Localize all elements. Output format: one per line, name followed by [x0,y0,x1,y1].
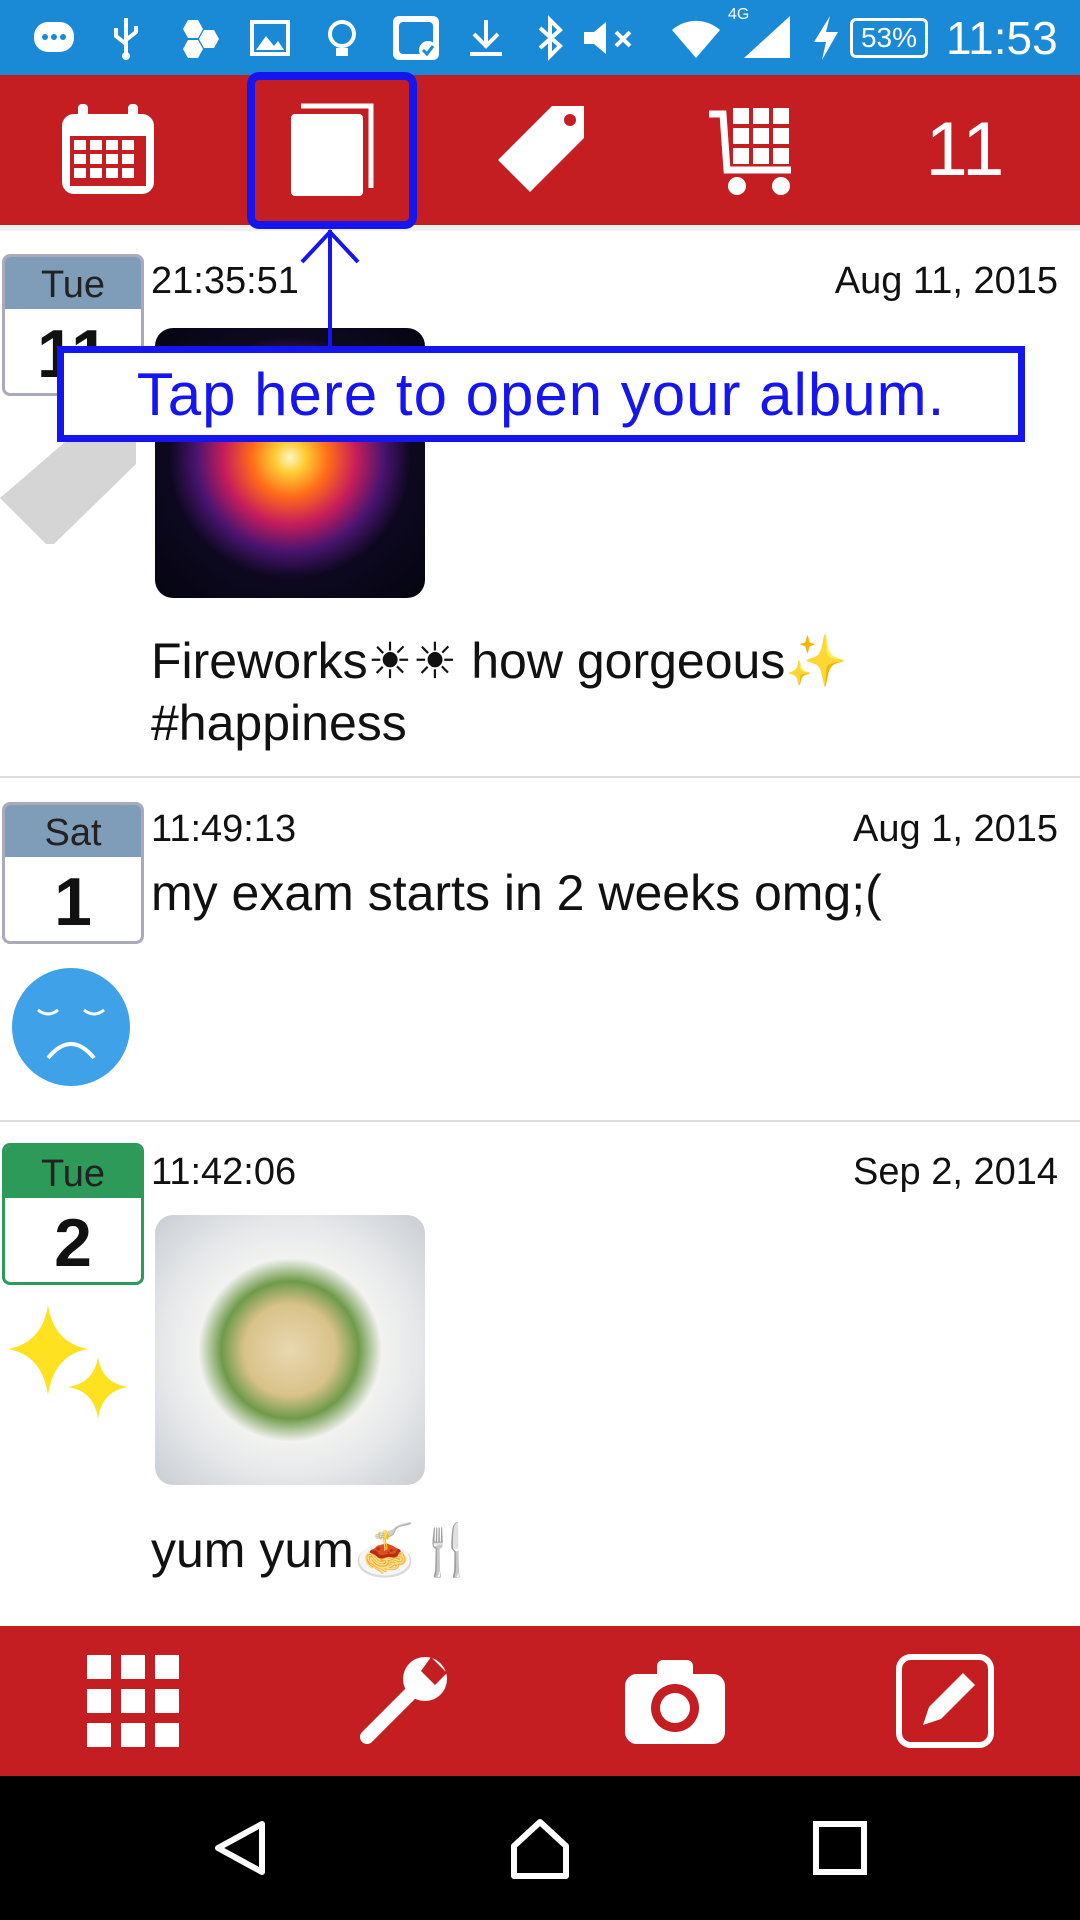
image-icon [250,20,290,56]
day-number: 1 [54,864,92,940]
hexagon-icon [183,20,219,58]
system-nav-bar [0,1776,1080,1920]
bluetooth-icon [538,15,563,61]
home-icon [511,1819,569,1879]
home-button[interactable] [490,1798,590,1898]
day-of-week: Tue [5,1146,141,1198]
tag-icon [498,106,584,192]
charging-icon [814,16,838,60]
entry-text-line1: Fireworks☀☀ how gorgeous✨ [151,633,848,689]
cart-grid-icon [709,108,791,195]
entry-time: 21:35:51 [151,260,299,302]
entry-time: 11:42:06 [151,1151,297,1193]
entry-text-line1: my exam starts in 2 weeks omg;( [151,865,882,921]
toolbar-divider [0,225,1080,231]
status-bar: 4G 53% 11:53 [0,0,1080,75]
wrench-icon [360,1657,447,1744]
battery-level: 53% [860,22,918,53]
camera-icon [625,1660,725,1744]
entry-date: Aug 1, 2015 [853,808,1058,850]
diary-entry[interactable]: Tue 11 21:35:51 Aug 11, 2015 Fireworks☀☀… [0,254,1080,778]
entry-time: 11:49:13 [151,808,297,850]
diary-entry[interactable]: Sat 1 11:49:13 Aug 1, 2015 my exam start… [0,802,1080,1122]
tag-button[interactable] [470,75,610,225]
day-of-week: Tue [5,257,141,309]
recents-button[interactable] [790,1798,890,1898]
back-icon [215,1821,265,1875]
entry-count[interactable]: 11 [890,75,1040,225]
day-number: 2 [54,1205,92,1281]
entry-text-line2: #happiness [151,695,407,751]
tag-icon [0,424,136,544]
entry-date: Sep 2, 2014 [853,1151,1058,1193]
settings-button[interactable] [330,1626,480,1776]
recents-icon [813,1821,867,1875]
bulb-icon [328,20,356,56]
album-highlight [247,72,417,229]
usb-icon [114,18,138,60]
mute-icon [584,22,632,54]
signal-icon [744,16,790,58]
sparkle-icon [8,1305,128,1419]
back-button[interactable] [190,1798,290,1898]
diary-entry[interactable]: Tue 2 11:42:06 Sep 2, 2014 yum yum🍝🍴 [0,1143,1080,1626]
message-icon [34,22,74,52]
sad-face-icon [12,968,130,1086]
entry-date: Aug 11, 2015 [834,260,1058,302]
new-entry-button[interactable] [870,1626,1020,1776]
grid-icon [87,1655,179,1747]
top-toolbar: 11 [0,75,1080,231]
status-clock: 11:53 [946,12,1058,64]
download-icon [470,20,502,56]
edit-icon [896,1654,994,1748]
cart-button[interactable] [680,75,830,225]
arrow-up-icon [300,229,360,350]
pasta-photo[interactable] [155,1215,425,1485]
date-badge: Tue 2 [2,1143,144,1285]
grid-button[interactable] [58,1626,208,1776]
camera-button[interactable] [600,1626,750,1776]
app-notify-icon [393,16,439,60]
entry-text-line1: yum yum🍝🍴 [151,1522,479,1578]
entry-divider [0,776,1080,778]
callout-text: Tap here to open your album. [136,360,946,428]
calendar-icon [62,104,154,194]
date-badge: Sat 1 [2,802,144,944]
entry-divider [0,1120,1080,1122]
tutorial-callout[interactable]: Tap here to open your album. [57,346,1025,442]
wifi-icon [672,20,720,58]
bottom-toolbar [0,1626,1080,1776]
calendar-button[interactable] [38,75,178,225]
day-of-week: Sat [5,805,141,857]
battery-indicator: 53% [850,18,928,58]
